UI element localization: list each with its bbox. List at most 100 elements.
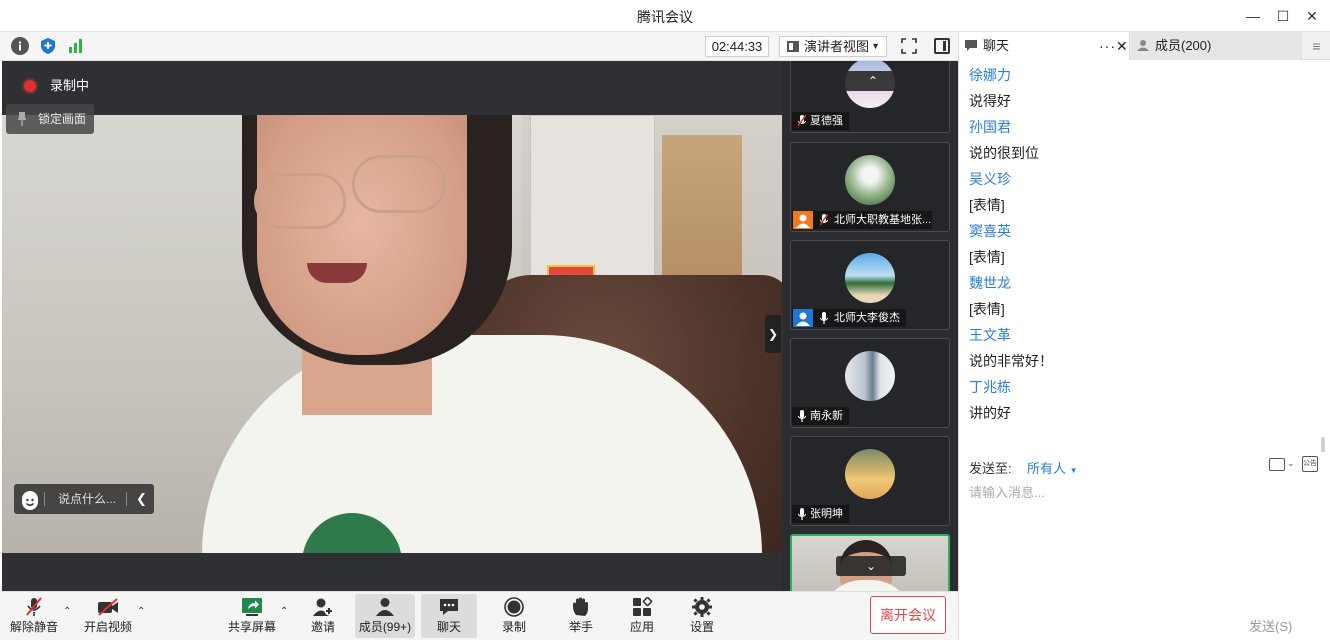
announcement-icon-text: 公告 [1303,460,1317,467]
pin-icon [18,112,26,126]
mic-icon [798,410,806,422]
title-bar: 腾讯会议 — ☐ ✕ [0,0,1330,32]
toggle-side-panel-icon[interactable] [934,38,950,54]
mic-icon [798,508,806,520]
avatar [845,155,895,205]
chevron-down-icon: ⌄ [865,559,877,573]
raise-hand-button[interactable]: 举手 [553,594,609,638]
view-mode-select[interactable]: 演讲者视图 ▼ [779,36,887,57]
panel-tabs: 聊天 ··· ✕ 成员(200) ≡ [959,32,1330,60]
settings-button[interactable]: 设置 [674,594,730,638]
announcement-icon[interactable]: 公告 [1302,456,1318,472]
minimize-icon[interactable]: — [1243,6,1263,26]
quick-chat-bar[interactable]: 说点什么... ❮ [14,484,154,514]
scroll-up-button[interactable]: ⌃ [838,71,908,91]
members-button[interactable]: 成员(99+) [355,594,415,638]
fullscreen-icon[interactable] [901,38,917,54]
message-sender[interactable]: 孙国君 [969,117,1011,137]
tab-members[interactable]: 成员(200) [1131,32,1301,60]
members-label: 成员(99+) [358,620,412,634]
participant-name: 张明坤 [810,508,843,520]
leave-meeting-button[interactable]: 离开会议 [870,596,946,634]
share-screen-icon [242,598,262,616]
participant-tile[interactable]: 张明坤 [790,436,950,526]
user-badge-icon [793,309,813,327]
share-options-caret-icon[interactable]: ⌃ [280,606,288,617]
chat-button[interactable]: 聊天 [421,594,477,638]
apps-button[interactable]: 应用 [614,594,670,638]
emoji-icon[interactable] [22,491,38,510]
chat-icon [965,40,977,51]
start-video-button[interactable]: 开启视频 [80,594,136,638]
tab-chat-label: 聊天 [983,38,1010,53]
more-options-icon[interactable]: ··· [1099,32,1116,60]
audio-options-caret-icon[interactable]: ⌃ [63,606,71,617]
file-options-caret-icon[interactable]: ⌄ [1287,458,1295,469]
participant-tile[interactable]: 北师大职教基地张... [790,142,950,232]
share-screen-button[interactable]: 共享屏幕 [224,594,280,638]
tab-chat[interactable]: 聊天 ··· ✕ [959,32,1130,60]
signal-icon[interactable] [67,37,85,55]
window-title: 腾讯会议 [637,9,693,25]
caret-down-icon: ▼ [871,41,880,51]
recording-label: 录制中 [50,78,90,93]
self-video-tile[interactable]: ⌄ [790,534,950,591]
chat-label: 聊天 [436,620,461,634]
scroll-down-button[interactable]: ⌄ [836,556,906,576]
view-mode-label: 演讲者视图 [804,39,870,54]
video-options-caret-icon[interactable]: ⌃ [137,606,145,617]
send-button[interactable]: 发送(S) [1249,616,1292,635]
unmute-button[interactable]: 解除静音 [6,594,62,638]
chat-scrollbar[interactable] [1321,437,1325,452]
send-to-label: 发送至: [969,461,1012,476]
close-tab-icon[interactable]: ✕ [1116,32,1128,60]
participant-name-tag: 北师大职教基地张... [792,211,932,229]
record-icon [504,597,524,617]
send-to-value: 所有人 [1027,461,1067,476]
message-sender[interactable]: 徐娜力 [969,65,1011,85]
record-button[interactable]: 录制 [486,594,542,638]
participant-name-tag: 张明坤 [792,505,849,523]
caret-down-icon: ▼ [1069,466,1078,475]
user-badge-icon [793,211,813,229]
participant-name-tag: 北师大李俊杰 [792,309,906,327]
info-icon[interactable] [11,37,29,55]
chevron-up-icon: ⌃ [867,74,879,88]
message-sender[interactable]: 王文革 [969,325,1011,345]
collapse-chevron-icon[interactable]: ❮ [136,484,147,514]
message-text: [表情] [969,197,1005,213]
security-shield-icon[interactable] [39,37,57,55]
message-text: 说的很到位 [969,145,1039,161]
members-icon [1137,40,1149,51]
apps-label: 应用 [629,620,654,634]
settings-label: 设置 [689,620,714,634]
participant-name: 南永新 [810,410,843,422]
avatar [845,351,895,401]
mic-muted-icon [26,597,42,616]
apps-grid-icon [633,597,653,616]
lock-view-button[interactable]: 锁定画面 [6,104,94,134]
avatar [845,253,895,303]
invite-button[interactable]: 邀请 [295,594,351,638]
meeting-timer: 02:44:33 [705,36,769,57]
raise-hand-label: 举手 [568,620,593,634]
panel-menu-icon[interactable]: ≡ [1301,32,1330,60]
file-folder-icon[interactable] [1269,458,1285,471]
mic-muted-icon [820,214,828,226]
quick-chat-placeholder[interactable]: 说点什么... [58,484,116,514]
participant-thumbnails: 夏德强 ⌃ 北师大职教基地张... 北师大李俊杰 南永新 张明坤 ⌄ [782,61,958,591]
gear-icon [692,597,712,617]
send-to-select[interactable]: 所有人 ▼ [1027,458,1078,477]
message-sender[interactable]: 窦喜英 [969,221,1011,241]
participant-tile[interactable]: 南永新 [790,338,950,428]
message-sender[interactable]: 丁兆栋 [969,377,1011,397]
message-sender[interactable]: 吴义珍 [969,169,1011,189]
message-text: 讲的好 [969,405,1011,421]
participant-tile[interactable]: 北师大李俊杰 [790,240,950,330]
message-sender[interactable]: 魏世龙 [969,273,1011,293]
close-icon[interactable]: ✕ [1302,6,1322,26]
message-input[interactable] [969,482,1319,502]
collapse-thumbnails-button[interactable]: ❯ [765,315,781,353]
speaker-view-icon [787,41,799,52]
maximize-icon[interactable]: ☐ [1273,6,1293,26]
